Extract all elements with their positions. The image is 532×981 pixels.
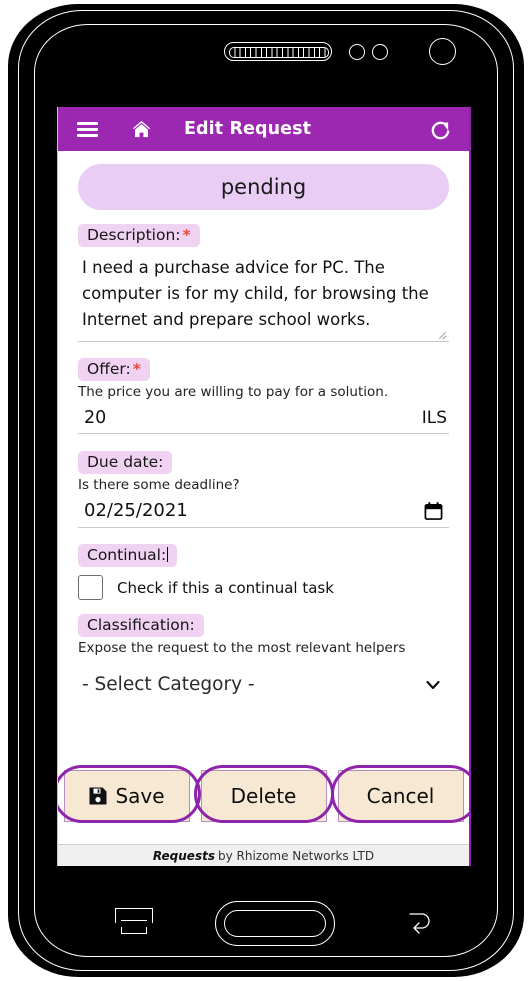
description-label: Description: * [78,224,200,247]
description-textarea[interactable]: I need a purchase advice for PC. The com… [78,255,449,342]
continual-checkbox-row[interactable]: Check if this a continual task [78,575,449,600]
save-button-label: Save [115,784,165,808]
field-due-date: Due date: Is there some deadline? 02/25/… [58,451,469,528]
refresh-glyph [431,121,449,139]
textarea-resize-handle[interactable] [438,329,447,340]
field-continual: Continual: Check if this a continual tas… [58,544,469,600]
nav-back-button[interactable] [406,909,432,935]
classification-hint: Expose the request to the most relevant … [78,640,406,656]
continual-label: Continual: [78,544,178,567]
due-date-input[interactable]: 02/25/2021 [78,497,449,528]
field-description: Description: * I need a purchase advice f… [58,224,469,342]
light-sensor-icon [372,44,388,60]
calendar-glyph [424,501,443,520]
recent-apps-icon-mid [121,920,147,921]
app-bar: Edit Request [58,107,469,151]
nav-recent-apps-button[interactable] [115,908,153,934]
chevron-glyph [426,680,440,689]
offer-required-mark: * [132,360,141,378]
chevron-down-icon [425,677,441,693]
app-footer: Requests by Rhizome Networks LTD [58,844,469,866]
cancel-button-label: Cancel [366,784,435,808]
category-select-value: - Select Category - [82,674,255,695]
phone-screen: Edit Request pending Description: * I nee… [57,107,471,866]
proximity-sensor-icon [349,44,365,60]
recent-apps-icon-bottom [121,927,147,934]
field-classification: Classification: Expose the request to th… [58,614,469,695]
delete-button-wrap: Delete [193,765,334,823]
status-badge: pending [78,164,449,210]
classification-label: Classification: [78,614,204,637]
category-select[interactable]: - Select Category - [78,674,449,695]
speaker-mesh [229,47,329,58]
continual-checkbox-label: Check if this a continual task [117,578,334,597]
earpiece-speaker-grille [224,42,332,61]
delete-button[interactable]: Delete [200,770,327,822]
description-label-text: Description: [87,226,181,244]
home-button-inner [224,910,326,937]
text-caret [167,547,169,562]
description-required-mark: * [182,226,191,244]
offer-value: 20 [84,408,107,428]
calendar-icon[interactable] [424,501,443,521]
due-date-value: 02/25/2021 [84,500,188,521]
delete-button-label: Delete [230,784,297,808]
back-arrow-icon [409,913,430,934]
field-offer: Offer: * The price you are willing to pay… [58,358,469,434]
save-button-wrap: Save [58,765,201,823]
offer-hint: The price you are willing to pay for a s… [78,384,389,400]
cancel-button-wrap: Cancel [330,765,469,823]
nav-home-button[interactable] [215,901,335,946]
due-date-label: Due date: [78,451,173,474]
footer-text: by Rhizome Networks LTD [217,848,375,863]
home-icon[interactable] [128,116,154,142]
offer-label: Offer: * [78,358,150,381]
footer-brand: Requests [152,848,215,863]
offer-label-text: Offer: [87,360,131,378]
save-floppy-icon [88,786,108,806]
due-date-hint: Is there some deadline? [78,477,240,493]
offer-input[interactable]: 20 ILS [78,404,449,434]
offer-currency-unit: ILS [421,408,447,428]
continual-label-text: Continual: [87,546,167,564]
continual-checkbox[interactable] [78,575,103,600]
action-button-bar: Save Delete Cancel [58,765,469,823]
cancel-button[interactable]: Cancel [337,770,464,822]
page-title: Edit Request [184,119,312,139]
phone-device-frame: Edit Request pending Description: * I nee… [8,4,524,977]
hamburger-menu-icon[interactable] [74,116,100,142]
floppy-glyph [89,787,107,805]
save-button[interactable]: Save [63,770,190,822]
refresh-icon[interactable] [427,117,453,143]
home-glyph [131,120,151,137]
description-value: I need a purchase advice for PC. The com… [82,258,429,329]
form-content: pending Description: * I need a purchase … [58,151,469,844]
front-camera-icon [429,38,456,65]
